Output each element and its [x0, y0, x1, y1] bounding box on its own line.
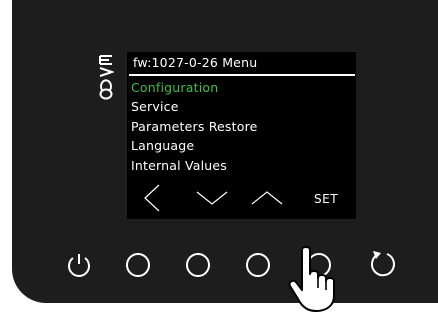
menu-item-parameters-restore[interactable]: Parameters Restore [131, 118, 258, 136]
menu-item-language[interactable]: Language [131, 137, 194, 155]
set-softkey-label[interactable]: SET [314, 192, 338, 206]
refresh-button[interactable] [366, 246, 400, 280]
menu-item-configuration[interactable]: Configuration [131, 79, 218, 97]
left-chevron-icon[interactable] [141, 183, 165, 213]
device-panel: fw:1027-0-26 Menu Configuration Service … [12, 0, 438, 303]
menu-item-internal-values[interactable]: Internal Values [131, 157, 227, 175]
pointing-hand-icon [288, 246, 335, 312]
menu-item-service[interactable]: Service [131, 98, 179, 116]
up-chevron-icon[interactable] [250, 188, 284, 208]
display-screen: fw:1027-0-26 Menu Configuration Service … [127, 52, 356, 219]
down-chevron-icon[interactable] [195, 188, 229, 208]
screen-title: fw:1027-0-26 Menu [133, 55, 258, 70]
circle-icon [126, 253, 150, 277]
button-4[interactable] [243, 250, 273, 280]
power-button[interactable] [64, 250, 94, 280]
circle-icon [246, 253, 270, 277]
evco-logo [99, 55, 114, 100]
button-3[interactable] [183, 250, 213, 280]
circle-icon [186, 253, 210, 277]
button-2[interactable] [123, 250, 153, 280]
title-divider [129, 74, 355, 76]
refresh-icon [370, 253, 395, 277]
